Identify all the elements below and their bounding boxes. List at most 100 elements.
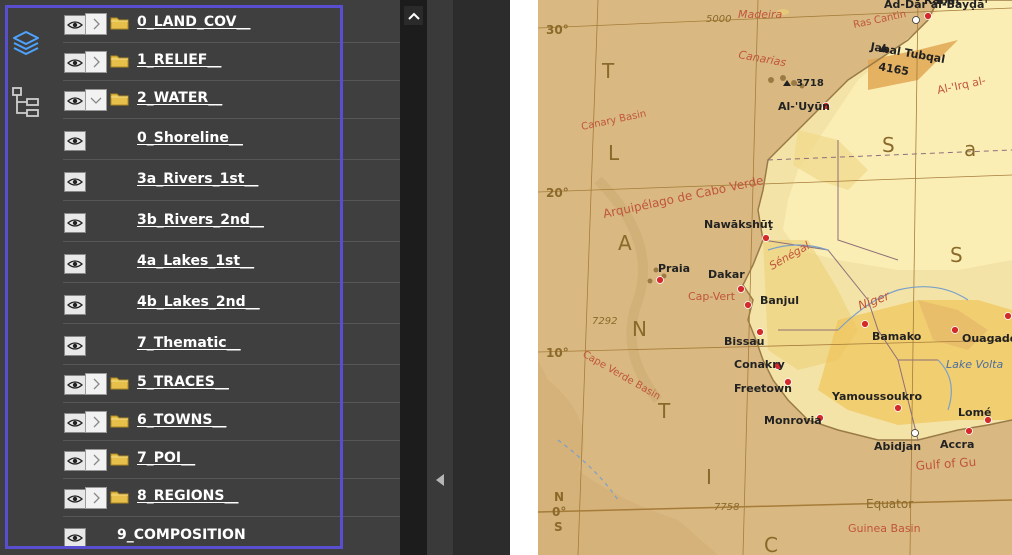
folder-icon <box>110 375 129 390</box>
map-label-ocean-letter: T <box>601 59 615 83</box>
map-label-depth: 7758 <box>714 502 739 513</box>
visibility-toggle-eye-icon[interactable] <box>64 53 86 73</box>
visibility-toggle-eye-icon[interactable] <box>64 15 86 35</box>
layer-name: 3b_Rivers_2nd__ <box>137 212 264 228</box>
map-label-city: Accra <box>940 438 974 451</box>
map-label-city: Bissau <box>724 335 765 348</box>
visibility-toggle-eye-icon[interactable] <box>64 172 86 192</box>
visibility-toggle-eye-icon[interactable] <box>64 336 86 356</box>
chevron-right-icon[interactable] <box>85 449 107 471</box>
visibility-toggle-eye-icon[interactable] <box>64 91 86 111</box>
visibility-toggle-eye-icon[interactable] <box>64 213 86 233</box>
map-label-city: Conakry <box>734 358 785 371</box>
layer-row[interactable]: 8_REGIONS__ <box>63 478 400 517</box>
map-label-city: Al-'Uyūn <box>778 100 830 113</box>
layer-row[interactable]: 4b_Lakes_2nd__ <box>63 282 400 324</box>
map-label-city: Rabat <box>924 0 960 7</box>
layer-name: 5_TRACES__ <box>137 374 229 390</box>
layers-panel: 0_LAND_COV__ 1_RELIEF__ 2_WATER__ 0_Shoreli… <box>55 0 400 555</box>
layer-name: 9_COMPOSITION <box>117 527 246 543</box>
layer-row[interactable]: 6_TOWNS__ <box>63 402 400 441</box>
folder-icon <box>110 91 129 106</box>
chevron-right-icon[interactable] <box>85 373 107 395</box>
visibility-toggle-eye-icon[interactable] <box>64 295 86 315</box>
layer-name: 8_REGIONS__ <box>137 488 239 504</box>
collapse-strip <box>427 0 453 555</box>
layers-icon[interactable] <box>8 26 44 62</box>
visibility-toggle-eye-icon[interactable] <box>64 528 86 548</box>
map-svg: Ad-Dār al-Bayḍā'RabatMadeira Ras CantinJa… <box>538 0 1012 555</box>
chevron-right-icon[interactable] <box>85 51 107 73</box>
layer-row[interactable]: 4a_Lakes_1st__ <box>63 241 400 283</box>
map-label-city: Dakar <box>708 268 745 281</box>
layer-row[interactable]: 7_Thematic__ <box>63 323 400 365</box>
layer-row[interactable]: 3a_Rivers_1st__ <box>63 159 400 201</box>
visibility-toggle-eye-icon[interactable] <box>64 451 86 471</box>
chevron-right-icon[interactable] <box>85 13 107 35</box>
map-label-island: Madeira <box>738 8 783 21</box>
folder-icon <box>110 53 129 68</box>
tool-sidebar <box>0 0 55 555</box>
map-label-city: Monrovia <box>764 414 822 427</box>
map-label-ocean-letter: I <box>706 465 712 489</box>
map-label-region-letter: S <box>950 243 963 267</box>
layer-row[interactable]: 1_RELIEF__ <box>63 42 400 81</box>
layer-name: 0_LAND_COV__ <box>137 14 251 30</box>
map-label-ocean-letter: C <box>764 533 778 555</box>
scroll-up-button[interactable] <box>404 6 423 25</box>
map-label-basin: Guinea Basin <box>848 522 921 535</box>
folder-icon <box>110 15 129 30</box>
map-label-region-letter: S <box>882 133 895 157</box>
map-label-elevation: 3718 <box>796 78 824 89</box>
layer-row[interactable]: 7_POI__ <box>63 440 400 479</box>
map-label-city: Nawākshūṭ <box>704 218 773 231</box>
chevron-up-icon <box>407 12 420 20</box>
triangle-left-icon <box>436 474 444 486</box>
map-canvas[interactable]: Ad-Dār al-Bayḍā' Rabat Madeira Ras Cantin Ja… <box>538 0 1012 555</box>
collapse-panel-button[interactable] <box>433 470 447 490</box>
visibility-toggle-eye-icon[interactable] <box>64 489 86 509</box>
layer-row[interactable]: 2_WATER__ <box>63 80 400 119</box>
visibility-toggle-eye-icon[interactable] <box>64 375 86 395</box>
layer-name: 0_Shoreline__ <box>137 130 243 146</box>
map-label-ocean-letter: T <box>657 399 671 423</box>
active-tab-pointer <box>44 36 53 52</box>
map-label-city: Banjul <box>760 294 799 307</box>
chevron-right-icon[interactable] <box>85 487 107 509</box>
folder-icon <box>110 451 129 466</box>
layer-name: 4a_Lakes_1st__ <box>137 253 255 269</box>
layer-tree-icon[interactable] <box>8 84 44 120</box>
map-label-line: Equator <box>866 497 913 511</box>
layer-row[interactable]: 5_TRACES__ <box>63 364 400 403</box>
map-label-ocean-letter: N <box>632 317 647 341</box>
map-label-depth: 5000 <box>706 14 731 25</box>
map-label-cape: Cap-Vert <box>688 290 736 303</box>
map-label-city: Abidjan <box>874 440 921 453</box>
layer-name: 7_Thematic__ <box>137 335 241 351</box>
page-margin <box>510 0 538 555</box>
chevron-right-icon[interactable] <box>85 411 107 433</box>
layer-row[interactable]: 9_COMPOSITION <box>63 516 400 555</box>
canvas-gutter <box>453 0 510 555</box>
folder-icon <box>110 413 129 428</box>
map-label-city: Yamoussoukro <box>831 390 922 403</box>
layer-row[interactable]: 0_LAND_COV__ <box>63 4 400 43</box>
map-label-ocean-letter: L <box>608 141 620 165</box>
map-label-city: Ouagadou <box>962 332 1012 345</box>
visibility-toggle-eye-icon[interactable] <box>64 131 86 151</box>
layer-name: 1_RELIEF__ <box>137 52 222 68</box>
layer-name: 3a_Rivers_1st__ <box>137 171 259 187</box>
visibility-toggle-eye-icon[interactable] <box>64 413 86 433</box>
layer-name: 2_WATER__ <box>137 90 223 106</box>
chevron-down-icon[interactable] <box>85 89 107 111</box>
map-label-city: Freetown <box>734 382 792 395</box>
map-label-lake: Lake Volta <box>946 358 1003 371</box>
layer-row[interactable]: 0_Shoreline__ <box>63 118 400 160</box>
map-label-city: Bamako <box>872 330 922 343</box>
layers-scrollbar[interactable] <box>400 0 427 555</box>
layer-row[interactable]: 3b_Rivers_2nd__ <box>63 200 400 242</box>
map-label-city: Praia <box>658 262 690 275</box>
map-label-depth: 7292 <box>592 316 617 327</box>
visibility-toggle-eye-icon[interactable] <box>64 254 86 274</box>
map-label-ocean-letter: A <box>618 231 632 255</box>
